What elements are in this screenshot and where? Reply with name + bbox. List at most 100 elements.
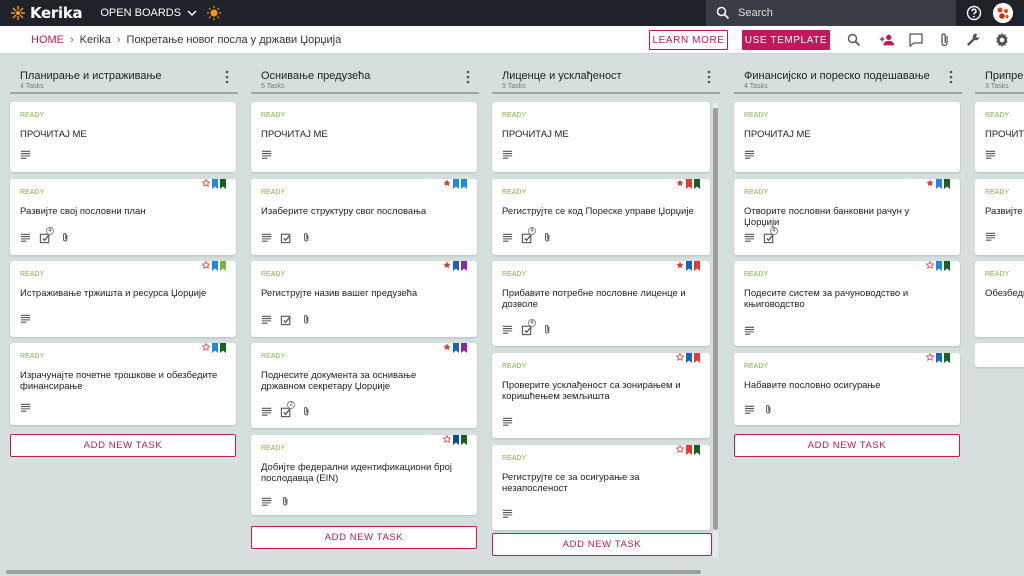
add-new-task-button[interactable]: ADD NEW TASK bbox=[10, 434, 236, 457]
checklist-badge: 4 bbox=[521, 227, 536, 244]
checklist-count: 4 bbox=[770, 227, 778, 235]
task-status: READY bbox=[744, 189, 769, 196]
task-card[interactable]: READY Региструјте се код Пореске управе … bbox=[492, 179, 710, 255]
task-title: Региструјте назив вашег предузећа bbox=[261, 288, 418, 299]
star-filled-icon[interactable] bbox=[443, 261, 451, 269]
star-filled-icon[interactable] bbox=[676, 179, 684, 187]
add-new-task-button[interactable]: ADD NEW TASK bbox=[734, 434, 960, 457]
flag-red-icon bbox=[694, 353, 700, 363]
sun-icon[interactable] bbox=[207, 6, 222, 20]
star-outline-icon[interactable] bbox=[202, 261, 210, 269]
task-card[interactable]: READY Развијте bbox=[975, 179, 1024, 255]
wrench-icon[interactable] bbox=[965, 32, 981, 48]
chat-icon[interactable] bbox=[908, 32, 924, 48]
user-avatar[interactable] bbox=[993, 3, 1013, 23]
column-preparation-partial: Припрем 3 Tasks READY ПРОЧИТ READY Разви… bbox=[975, 62, 1024, 382]
task-card[interactable]: READY Добијте федерални идентификациони … bbox=[251, 435, 477, 515]
more-vertical-icon[interactable] bbox=[224, 70, 230, 84]
scrollbar-thumb[interactable] bbox=[6, 570, 701, 574]
task-title: Израчунајте почетне трошкове и обезбедит… bbox=[20, 370, 218, 392]
learn-more-button[interactable]: LEARN MORE bbox=[649, 30, 728, 50]
task-status: READY bbox=[744, 271, 769, 278]
add-person-icon[interactable] bbox=[879, 32, 895, 48]
kerika-logo-icon bbox=[11, 6, 25, 20]
star-outline-icon[interactable] bbox=[202, 343, 210, 351]
task-card[interactable]: READY ПРОЧИТАЈ МЕ bbox=[492, 102, 710, 172]
description-icon bbox=[502, 149, 513, 160]
star-filled-icon[interactable] bbox=[443, 179, 451, 187]
task-card[interactable]: READY ПРОЧИТАЈ МЕ bbox=[10, 102, 236, 172]
task-card[interactable]: READY Набавите пословно осигурање bbox=[734, 353, 960, 425]
task-card[interactable]: READY ПРОЧИТ bbox=[975, 102, 1024, 172]
task-card[interactable]: READY Прибавите потребне пословне лиценц… bbox=[492, 261, 710, 346]
task-card[interactable]: READY Проверите усклађеност са зонирањем… bbox=[492, 353, 710, 438]
flag-green-icon bbox=[461, 435, 467, 445]
task-card[interactable]: READY ПРОЧИТАЈ МЕ bbox=[251, 102, 477, 172]
column-header[interactable]: Планирање и истраживање 4 Tasks bbox=[10, 62, 238, 94]
description-icon bbox=[261, 496, 272, 507]
checklist-badge: 4 bbox=[763, 227, 778, 244]
star-filled-icon[interactable] bbox=[676, 261, 684, 269]
task-card[interactable]: READY Израчунајте почетне трошкове и обе… bbox=[10, 343, 236, 425]
column-header[interactable]: Оснивање предузећа 5 Tasks bbox=[251, 62, 479, 94]
description-icon bbox=[502, 232, 513, 243]
star-outline-icon[interactable] bbox=[202, 179, 210, 187]
flag-red-icon bbox=[686, 179, 692, 189]
kerika-logo[interactable]: Kerika bbox=[10, 4, 83, 22]
breadcrumb-home[interactable]: HOME bbox=[31, 34, 64, 46]
star-outline-icon[interactable] bbox=[443, 435, 451, 443]
description-icon bbox=[20, 232, 31, 243]
column-title: Лиценце и усклађеност bbox=[502, 70, 622, 82]
task-icons: 4 bbox=[502, 227, 553, 244]
task-status: READY bbox=[502, 455, 527, 462]
star-outline-icon[interactable] bbox=[926, 261, 934, 269]
description-icon bbox=[502, 324, 513, 335]
task-card[interactable]: READY ПРОЧИТАЈ МЕ bbox=[734, 102, 960, 172]
more-vertical-icon[interactable] bbox=[465, 70, 471, 84]
checklist-badge: 2 bbox=[280, 401, 295, 418]
column-header[interactable]: Лиценце и усклађеност 5 Tasks bbox=[492, 62, 720, 94]
settings-gear-icon[interactable] bbox=[994, 32, 1010, 48]
star-outline-icon[interactable] bbox=[926, 353, 934, 361]
search-box[interactable] bbox=[706, 0, 956, 26]
task-badges bbox=[443, 435, 467, 445]
search-input[interactable] bbox=[738, 7, 938, 19]
flag-blue-icon bbox=[453, 179, 459, 189]
star-outline-icon[interactable] bbox=[676, 353, 684, 361]
column-header[interactable]: Припрем 3 Tasks bbox=[975, 62, 1024, 94]
more-vertical-icon[interactable] bbox=[706, 70, 712, 84]
task-card[interactable]: READY Региструјте назив вашег предузећа bbox=[251, 261, 477, 337]
task-card[interactable]: READY Развијте свој пословни план 4 bbox=[10, 179, 236, 255]
add-new-task-button[interactable]: ADD NEW TASK bbox=[251, 526, 477, 549]
task-card[interactable]: READY Региструјте се за осигурање за нез… bbox=[492, 445, 710, 530]
star-filled-icon[interactable] bbox=[926, 179, 934, 187]
add-new-task-button[interactable]: ADD NEW TASK bbox=[492, 533, 712, 556]
task-card[interactable]: READY Отворите пословни банковни рачун у… bbox=[734, 179, 960, 255]
task-badges bbox=[202, 261, 226, 271]
column-header[interactable]: Финансијско и пореско подешавање 4 Tasks bbox=[734, 62, 962, 94]
task-title: Региструјте се за осигурање за незапосле… bbox=[502, 472, 640, 494]
task-card[interactable]: READY Обезбеди bbox=[975, 261, 1024, 337]
use-template-button[interactable]: USE TEMPLATE bbox=[742, 30, 830, 50]
breadcrumb-account[interactable]: Kerika bbox=[80, 34, 111, 46]
task-status: READY bbox=[502, 363, 527, 370]
task-card[interactable]: READY Подесите систем за рачуноводство и… bbox=[734, 261, 960, 346]
breadcrumb: HOME › Kerika › Покретање новог посла у … bbox=[31, 34, 341, 46]
description-icon bbox=[744, 404, 755, 415]
board-horizontal-scrollbar[interactable] bbox=[0, 569, 1024, 576]
board-search-icon[interactable] bbox=[846, 32, 862, 48]
attachment-icon[interactable] bbox=[937, 32, 953, 48]
scrollbar-thumb[interactable] bbox=[713, 108, 718, 530]
column-vertical-scrollbar[interactable] bbox=[713, 103, 718, 558]
star-outline-icon[interactable] bbox=[676, 445, 684, 453]
help-icon[interactable] bbox=[966, 5, 982, 21]
task-card[interactable] bbox=[975, 343, 1024, 367]
task-icons bbox=[744, 149, 755, 160]
task-card[interactable]: READY Поднесите документа за оснивање др… bbox=[251, 343, 477, 428]
open-boards-menu[interactable]: OPEN BOARDS bbox=[100, 7, 197, 19]
task-icons bbox=[985, 231, 996, 242]
task-card[interactable]: READY Изаберите структуру свог пословања bbox=[251, 179, 477, 255]
more-vertical-icon[interactable] bbox=[948, 70, 954, 84]
star-filled-icon[interactable] bbox=[443, 343, 451, 351]
task-card[interactable]: READY Истраживање тржишта и ресурса Џорџ… bbox=[10, 261, 236, 337]
